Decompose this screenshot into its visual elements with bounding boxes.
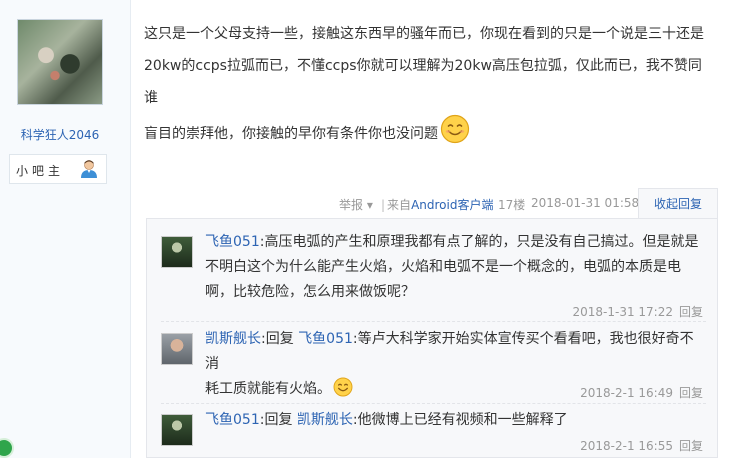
reply-mention[interactable]: 凯斯舰长 bbox=[297, 412, 353, 428]
reply-time: 2018-2-1 16:49 bbox=[580, 386, 673, 400]
reply-author[interactable]: 飞鱼051 bbox=[205, 412, 260, 428]
collapse-replies-button[interactable]: 收起回复 bbox=[638, 188, 718, 219]
post-source: | 来自Android客户端 bbox=[381, 196, 493, 212]
reply-meta: 2018-1-31 17:22 回复 bbox=[572, 303, 703, 320]
dropdown-arrow-icon: ▾ bbox=[366, 198, 373, 212]
smile-emoji-icon bbox=[440, 114, 470, 144]
post-line: 盲目的崇拜他，你接触的早你有条件你也没问题 bbox=[144, 114, 706, 150]
reply-line: 高压电弧的产生和原理我都有点了解的，只是没有自己搞过。但是就是 bbox=[264, 234, 699, 250]
reply-prefix: 回复 bbox=[265, 331, 299, 347]
post-line: 这只是一个父母支持一些，接触这东西早的骚年而已，你现在看到的只是一个说是三十还是 bbox=[144, 26, 704, 42]
reply-author[interactable]: 飞鱼051 bbox=[205, 234, 260, 250]
reply-avatar[interactable] bbox=[161, 236, 193, 268]
floor-number: 17楼 bbox=[498, 198, 526, 212]
author-name[interactable]: 科学狂人2046 bbox=[0, 126, 120, 143]
author-avatar[interactable] bbox=[17, 19, 103, 105]
reply-divider bbox=[161, 403, 706, 404]
reply-time: 2018-1-31 17:22 bbox=[572, 305, 673, 319]
post-line: 20kw的ccps拉弧而已，不懂ccps你就可以理解为20kw高压包拉弧，仅此而… bbox=[144, 58, 702, 106]
status-badge bbox=[0, 438, 14, 458]
source-prefix: 来自 bbox=[387, 198, 412, 212]
reply-list: 飞鱼051:高压电弧的产生和原理我都有点了解的，只是没有自己搞过。但是就是 不明… bbox=[146, 218, 718, 458]
role-label: 小吧主 bbox=[16, 164, 65, 178]
reply-line: 不明白这个为什么能产生火焰，火焰和电弧不是一个概念的，电弧的本质是电 bbox=[205, 259, 681, 275]
author-panel: 科学狂人2046 小吧主 bbox=[0, 0, 131, 458]
separator: | bbox=[381, 198, 386, 212]
reply-divider bbox=[161, 321, 706, 322]
post-content: 这只是一个父母支持一些，接触这东西早的骚年而已，你现在看到的只是一个说是三十还是… bbox=[144, 18, 706, 150]
reply-meta: 2018-2-1 16:49 回复 bbox=[580, 384, 703, 401]
reply-meta: 2018-2-1 16:55 回复 bbox=[580, 437, 703, 454]
post-time: 2018-01-31 01:58 bbox=[531, 196, 640, 210]
reply-avatar[interactable] bbox=[161, 414, 193, 446]
report-link[interactable]: 举报 ▾ bbox=[339, 196, 373, 212]
reply-time: 2018-2-1 16:55 bbox=[580, 439, 673, 453]
user-icon bbox=[81, 160, 97, 178]
reply-button[interactable]: 回复 bbox=[679, 305, 703, 319]
source-link[interactable]: Android客户端 bbox=[411, 198, 493, 212]
reply-line: 耗工质就能有火焰。 bbox=[205, 381, 331, 397]
reply-line: :他微博上已经有视频和一些解释了 bbox=[352, 412, 568, 428]
role-badge: 小吧主 bbox=[9, 154, 107, 184]
reply-prefix: 回复 bbox=[264, 412, 297, 428]
reply-content: 飞鱼051:回复 凯斯舰长:他微博上已经有视频和一些解释了 bbox=[205, 408, 705, 433]
reply-button[interactable]: 回复 bbox=[679, 439, 703, 453]
reply-author[interactable]: 凯斯舰长 bbox=[205, 331, 261, 347]
reply-content: 飞鱼051:高压电弧的产生和原理我都有点了解的，只是没有自己搞过。但是就是 不明… bbox=[205, 230, 705, 305]
reply-avatar[interactable] bbox=[161, 333, 193, 365]
reply-button[interactable]: 回复 bbox=[679, 386, 703, 400]
reply-mention[interactable]: 飞鱼051 bbox=[298, 331, 353, 347]
report-label: 举报 bbox=[339, 198, 364, 212]
post-line-text: 盲目的崇拜他，你接触的早你有条件你也没问题 bbox=[144, 126, 438, 142]
reply-line: 啊，比较危险，怎么用来做饭呢？ bbox=[205, 284, 415, 300]
smile-emoji-icon bbox=[333, 377, 353, 397]
